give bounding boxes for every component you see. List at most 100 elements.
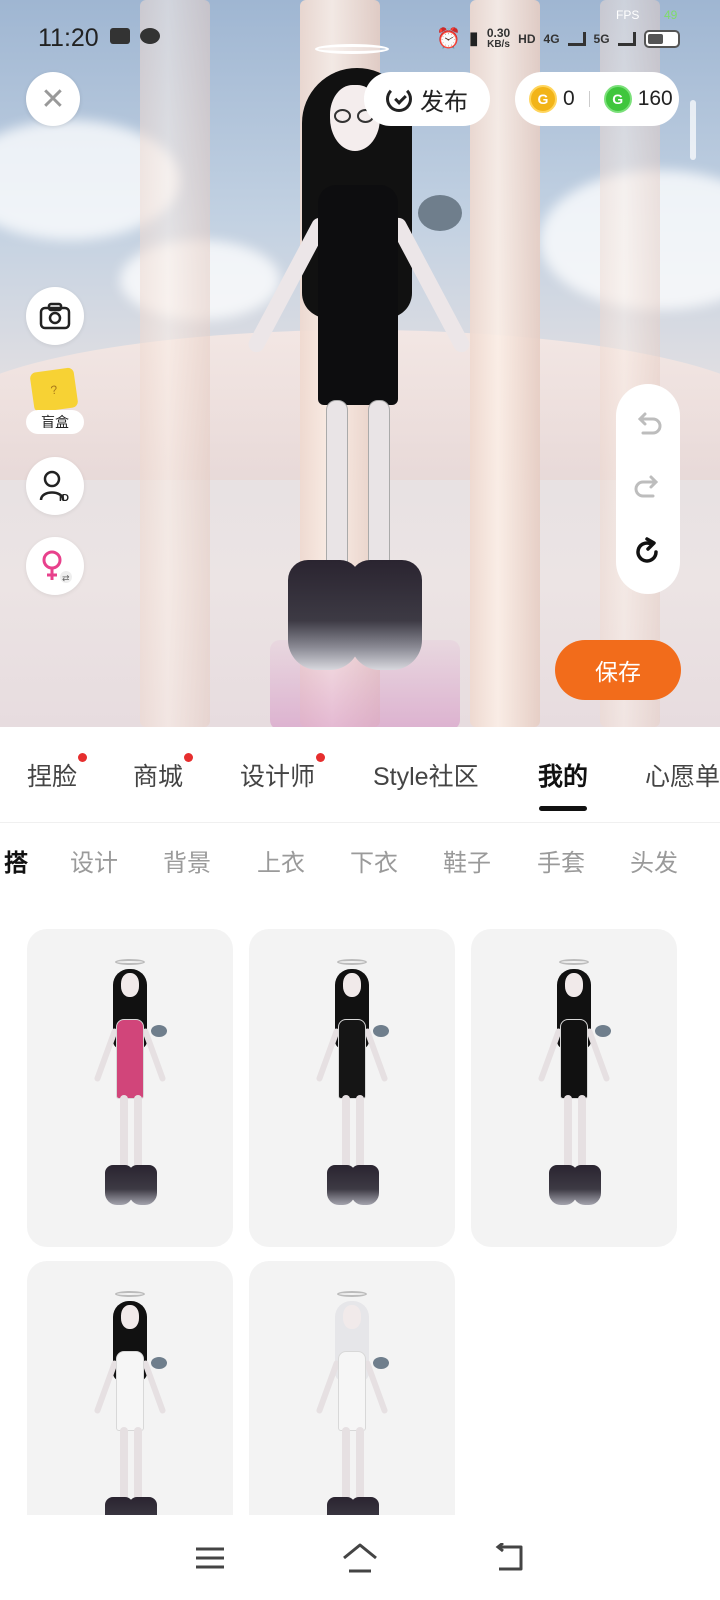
shark-accessory	[418, 195, 462, 231]
outfit-shark-accessory	[595, 1025, 611, 1037]
outfit-card[interactable]	[471, 929, 677, 1247]
outfit-halo	[115, 1291, 145, 1297]
publish-button[interactable]: 发布	[364, 72, 490, 126]
category-background[interactable]: 背景	[163, 843, 211, 878]
outfit-thumbnail	[529, 959, 619, 1229]
scrollbar[interactable]	[690, 100, 696, 160]
undo-icon[interactable]	[633, 411, 663, 441]
status-bar: 11:20 FPS 49 ⏰ ▮ 0.30 KB/s HD 4G 5G	[0, 0, 720, 70]
avatar-right-shoe	[350, 560, 422, 670]
video-icon	[110, 28, 130, 44]
tab-shop[interactable]: 商城	[133, 753, 194, 793]
outfit-halo	[115, 959, 145, 965]
nav-menu-button[interactable]	[190, 1538, 230, 1578]
green-coin-icon: G	[603, 85, 632, 113]
nav-home-button[interactable]	[340, 1538, 380, 1578]
category-gloves[interactable]: 手套	[537, 843, 585, 878]
outfit-dress	[116, 1351, 144, 1431]
gold-coin-count: 0	[563, 87, 575, 110]
outfit-thumbnail	[307, 1291, 397, 1515]
outfit-left-arm	[93, 1027, 119, 1083]
active-tab-indicator	[539, 806, 587, 811]
signal-icon	[617, 31, 636, 46]
outfit-halo	[337, 959, 367, 965]
outfit-left-arm	[93, 1359, 119, 1415]
status-time: 11:20	[38, 24, 99, 52]
outfit-right-leg	[356, 1427, 364, 1507]
outfit-left-leg	[342, 1095, 350, 1175]
publish-label: 发布	[420, 88, 468, 116]
blind-box-button[interactable]: ? 盲盒	[24, 367, 86, 436]
close-button[interactable]: ✕	[26, 72, 80, 126]
category-top[interactable]: 上衣	[257, 843, 305, 878]
outfit-left-leg	[120, 1427, 128, 1507]
outfit-dress	[338, 1351, 366, 1431]
outfit-face	[343, 1305, 361, 1329]
outfit-dress	[338, 1019, 366, 1099]
nav-back-button[interactable]	[490, 1538, 530, 1578]
outfit-right-shoe	[351, 1165, 379, 1205]
net-speed: 0.30 KB/s	[486, 25, 511, 50]
history-panel	[616, 384, 680, 594]
outfit-right-shoe	[573, 1165, 601, 1205]
system-nav-bar	[0, 1515, 720, 1600]
blind-box-icon: ?	[29, 367, 79, 413]
tab-face[interactable]: 捏脸	[27, 753, 88, 793]
notification-badge	[78, 753, 88, 762]
outfit-left-arm	[537, 1027, 563, 1083]
outfit-thumbnail	[85, 959, 175, 1229]
outfit-left-leg	[120, 1095, 128, 1175]
green-coin-count: 160	[637, 87, 673, 110]
status-system-icons: ⏰ ▮ 0.30 KB/s HD 4G 5G	[436, 26, 680, 51]
id-card-icon: ID	[39, 470, 69, 503]
category-shoes[interactable]: 鞋子	[443, 843, 491, 878]
outfit-face	[121, 1305, 139, 1329]
network-4g: 4G	[543, 31, 560, 46]
save-button[interactable]: 保存	[555, 640, 681, 700]
wechat-icon	[140, 28, 160, 44]
hd-badge: HD	[518, 31, 536, 46]
category-hair[interactable]: 头发	[630, 843, 678, 878]
gender-switch-button[interactable]: ⇄	[26, 537, 84, 595]
reset-icon[interactable]	[633, 537, 663, 567]
outfit-card[interactable]	[249, 1261, 455, 1515]
category-tab-bar: 搭 设计 背景 上衣 下衣 鞋子 手套 头发	[0, 823, 720, 903]
category-design[interactable]: 设计	[70, 843, 118, 878]
outfit-dress	[560, 1019, 588, 1099]
tab-wishlist[interactable]: 心愿单	[645, 757, 720, 793]
outfit-shark-accessory	[151, 1025, 167, 1037]
avatar-model[interactable]	[240, 40, 480, 690]
outfit-right-shoe	[129, 1165, 157, 1205]
outfit-right-shoe	[129, 1497, 157, 1515]
category-outfits[interactable]: 搭	[4, 843, 28, 878]
outfit-card[interactable]	[27, 929, 233, 1247]
category-bottom[interactable]: 下衣	[350, 843, 398, 878]
outfit-card[interactable]	[27, 1261, 233, 1515]
currency-divider	[588, 91, 590, 107]
svg-text:⇄: ⇄	[62, 574, 70, 584]
currency-balance[interactable]: G 0 G 160	[515, 72, 679, 126]
outfit-halo	[559, 959, 589, 965]
outfit-halo	[337, 1291, 367, 1297]
outfit-card[interactable]	[249, 929, 455, 1247]
outfit-left-arm	[315, 1027, 341, 1083]
tab-mine[interactable]: 我的	[538, 757, 588, 811]
redo-icon[interactable]	[633, 474, 663, 504]
outfit-grid	[0, 903, 720, 1515]
outfit-thumbnail	[85, 1291, 175, 1515]
outfit-right-leg	[134, 1095, 142, 1175]
camera-button[interactable]	[26, 287, 84, 345]
alarm-icon: ⏰	[436, 28, 461, 50]
gold-coin-icon: G	[529, 85, 557, 113]
close-icon: ✕	[40, 82, 66, 116]
avatar-id-button[interactable]: ID	[26, 457, 84, 515]
fps-value: 49	[664, 8, 678, 22]
tab-style-community[interactable]: Style社区	[373, 757, 479, 793]
fps-label: FPS	[616, 8, 640, 22]
camera-icon	[39, 302, 71, 330]
outfit-right-leg	[578, 1095, 586, 1175]
female-swap-icon: ⇄	[42, 550, 72, 584]
tab-designer[interactable]: 设计师	[240, 753, 326, 793]
outfit-shark-accessory	[373, 1357, 389, 1369]
main-tab-bar: 捏脸 商城 设计师 Style社区 我的 心愿单	[0, 727, 720, 823]
